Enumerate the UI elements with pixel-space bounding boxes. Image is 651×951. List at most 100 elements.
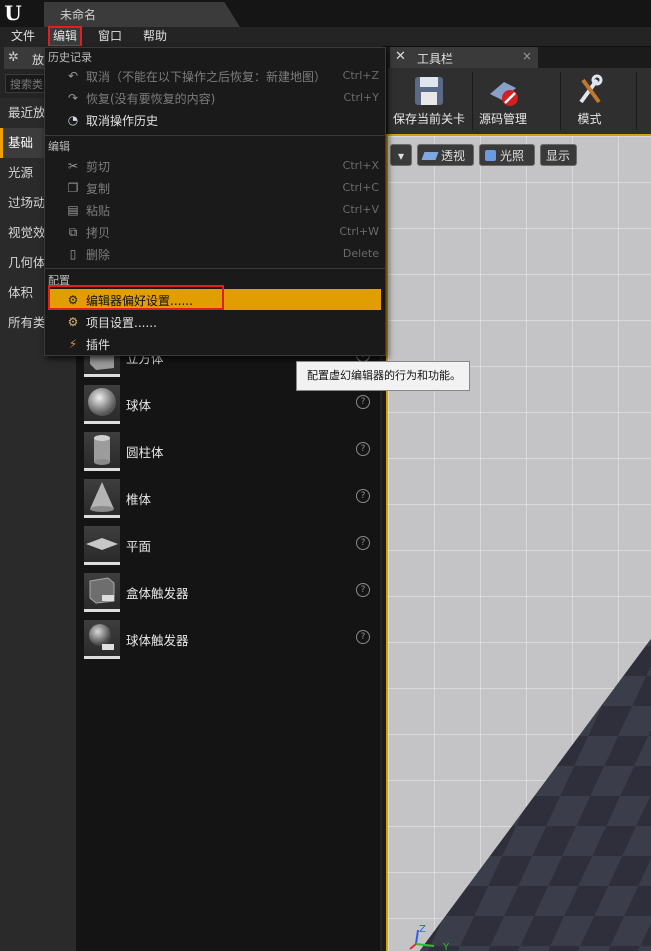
lit-icon <box>485 150 496 161</box>
cylinder-icon <box>84 432 120 471</box>
list-item[interactable]: 圆柱体 ? <box>84 432 376 476</box>
menu-file[interactable]: 文件 <box>8 28 38 45</box>
item-label: 盒体触发器 <box>126 586 189 601</box>
document-tab-label: 未命名 <box>60 8 97 22</box>
menu-item-project-settings[interactable]: ⚙ 项目设置...... <box>49 311 381 332</box>
menu-divider <box>45 268 385 269</box>
duplicate-icon: ⧉ <box>68 225 78 239</box>
menu-window[interactable]: 窗口 <box>95 28 125 45</box>
modes-button[interactable]: 模式 <box>562 68 617 134</box>
level-viewport[interactable] <box>386 134 651 951</box>
menu-item-redo[interactable]: ↷ 恢复(没有要恢复的内容) Ctrl+Y <box>49 87 381 108</box>
place-mode-tab[interactable]: ✲ 放 <box>4 47 46 69</box>
help-icon[interactable]: ? <box>356 395 370 409</box>
save-current-level-button[interactable]: 保存当前关卡 <box>388 68 470 134</box>
axis-z-label: Z <box>419 924 426 935</box>
copy-icon: ❐ <box>67 181 79 195</box>
shortcut-label: Ctrl+V <box>342 203 379 216</box>
sphere-trigger-icon <box>84 620 120 659</box>
history-icon: ◔ <box>67 113 79 127</box>
place-mode-icon: ✲ <box>8 50 19 65</box>
modes-label: 模式 <box>577 112 602 126</box>
axis-y-label: Y <box>442 942 450 950</box>
list-item[interactable]: 球体触发器 ? <box>84 620 376 664</box>
help-icon[interactable]: ? <box>356 583 370 597</box>
list-item[interactable]: 平面 ? <box>84 526 376 570</box>
menu-item-label: 插件 <box>86 338 111 352</box>
list-item[interactable]: 椎体 ? <box>84 479 376 523</box>
lighting-label: 光照 <box>500 149 525 163</box>
menu-item-label: 剪切 <box>86 160 111 174</box>
menu-item-copy[interactable]: ❐ 复制 Ctrl+C <box>49 177 381 198</box>
help-icon[interactable]: ? <box>356 630 370 644</box>
item-label: 球体触发器 <box>126 633 189 648</box>
annotation-highlight-box <box>48 285 224 310</box>
toolbar-divider <box>636 72 637 130</box>
axis-gizmo: Z Y <box>409 924 450 950</box>
menu-item-label: 取消操作历史 <box>86 114 159 128</box>
menu-item-label: 项目设置...... <box>86 316 157 330</box>
viewport-floor <box>419 638 651 951</box>
menu-bar: 文件 编辑 窗口 帮助 <box>0 26 651 47</box>
plane-icon <box>84 526 120 565</box>
menu-item-paste[interactable]: ▤ 粘贴 Ctrl+V <box>49 199 381 220</box>
help-icon[interactable]: ? <box>356 536 370 550</box>
toolbar-divider <box>560 72 561 130</box>
shortcut-label: Ctrl+Y <box>343 91 379 104</box>
sphere-icon <box>84 385 120 424</box>
item-label: 平面 <box>126 539 152 554</box>
source-control-label: 源码管理 <box>478 112 527 126</box>
class-search-input[interactable]: 搜索类 <box>5 74 45 93</box>
menu-help[interactable]: 帮助 <box>140 28 170 45</box>
menu-item-label: 复制 <box>86 182 111 196</box>
paste-icon: ▤ <box>67 203 79 217</box>
help-icon[interactable]: ? <box>356 442 370 456</box>
toolbar-tab[interactable]: ✕ 工具栏 × <box>390 47 538 68</box>
shortcut-label: Ctrl+W <box>339 225 379 238</box>
menu-divider <box>45 135 385 136</box>
menu-item-undo[interactable]: ↶ 取消（不能在以下操作之后恢复：新建地图） Ctrl+Z <box>49 65 381 86</box>
plugins-icon: ⚡ <box>68 337 78 351</box>
modes-icon <box>573 74 607 108</box>
lighting-button[interactable]: 光照 <box>479 144 535 166</box>
document-tab[interactable]: 未命名 <box>44 2 240 27</box>
shortcut-label: Ctrl+C <box>342 181 379 194</box>
cone-icon <box>84 479 120 518</box>
cut-icon: ✂ <box>67 159 79 173</box>
menu-edit[interactable]: 编辑 <box>47 26 83 47</box>
section-header-edit: 编辑 <box>48 140 70 153</box>
shortcut-label: Ctrl+Z <box>342 69 379 82</box>
menu-item-undo-history[interactable]: ◔ 取消操作历史 <box>49 109 381 130</box>
toolbar-tab-label: 工具栏 <box>417 52 454 66</box>
toolbar-divider <box>472 72 473 130</box>
viewport-options-button[interactable]: ▾ <box>390 144 412 166</box>
menu-item-label: 恢复(没有要恢复的内容) <box>86 92 216 106</box>
help-icon[interactable]: ? <box>356 489 370 503</box>
menu-item-plugins[interactable]: ⚡ 插件 <box>49 333 381 354</box>
unreal-logo-icon[interactable]: U <box>2 2 24 24</box>
perspective-button[interactable]: 透视 <box>417 144 474 166</box>
list-item[interactable]: 盒体触发器 ? <box>84 573 376 617</box>
menu-item-delete[interactable]: ▯ 删除 Delete <box>49 243 381 264</box>
perspective-icon <box>421 152 439 160</box>
toolbar: 保存当前关卡 源码管理 模式 <box>388 68 651 134</box>
close-icon[interactable]: × <box>522 49 532 63</box>
menu-item-label: 拷贝 <box>86 226 111 240</box>
item-label: 球体 <box>126 398 152 413</box>
source-control-button[interactable]: 源码管理 <box>474 68 532 134</box>
menu-item-cut[interactable]: ✂ 剪切 Ctrl+X <box>49 155 381 176</box>
undo-icon: ↶ <box>67 69 79 83</box>
save-button-label: 保存当前关卡 <box>392 112 465 126</box>
list-item[interactable]: 球体 ? <box>84 385 376 429</box>
item-label: 椎体 <box>126 492 152 507</box>
tooltip: 配置虚幻编辑器的行为和功能。 <box>296 361 470 391</box>
item-label: 圆柱体 <box>126 445 164 460</box>
project-settings-icon: ⚙ <box>67 315 79 329</box>
source-control-icon <box>486 74 520 108</box>
show-button[interactable]: 显示 <box>540 144 577 166</box>
menu-item-duplicate[interactable]: ⧉ 拷贝 Ctrl+W <box>49 221 381 242</box>
menu-item-label: 粘贴 <box>86 204 111 218</box>
shortcut-label: Ctrl+X <box>342 159 379 172</box>
menu-item-label: 取消（不能在以下操作之后恢复：新建地图） <box>86 70 327 84</box>
wrench-icon: ✕ <box>395 49 406 64</box>
